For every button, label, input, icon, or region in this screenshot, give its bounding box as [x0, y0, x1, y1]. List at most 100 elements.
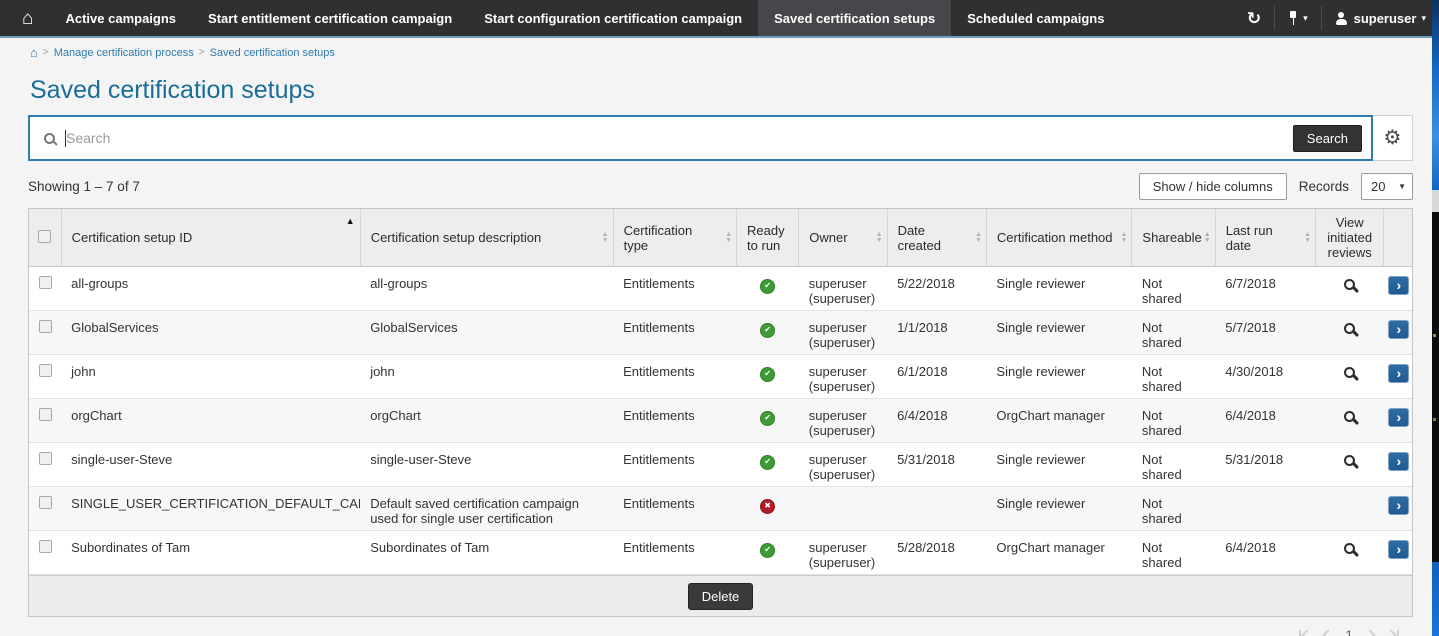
view-reviews-icon[interactable] [1344, 323, 1355, 334]
nav-home-button[interactable]: ⌂ [0, 0, 49, 36]
user-menu-button[interactable]: superuser ▾ [1322, 0, 1439, 36]
search-box: Search [28, 115, 1373, 161]
nav-item-label: Scheduled campaigns [967, 11, 1104, 26]
breadcrumb-home-icon[interactable]: ⌂ [30, 46, 38, 59]
navbar-right-cluster: ↻ ▾ superuser ▾ [1234, 0, 1439, 36]
sliver-gray-segment [1432, 190, 1439, 212]
nav-item-start-entitlement-campaign[interactable]: Start entitlement certification campaign [192, 0, 468, 36]
column-label: Date created [898, 223, 941, 253]
records-label: Records [1299, 179, 1349, 194]
open-setup-button[interactable]: › [1388, 364, 1409, 383]
ready-no-icon [760, 499, 775, 514]
column-header-type[interactable]: Certification type ▲▼ [613, 209, 736, 267]
cell-shareable: Not shared [1142, 276, 1182, 306]
column-header-shareable[interactable]: Shareable ▲▼ [1132, 209, 1215, 267]
records-per-page-select[interactable]: 20 ▼ [1361, 173, 1413, 200]
sliver-dark-segment [1432, 212, 1439, 562]
row-checkbox[interactable] [39, 540, 52, 553]
cell-type: Entitlements [623, 320, 695, 335]
column-header-setup-id[interactable]: Certification setup ID ▲ [61, 209, 360, 267]
column-header-date-created[interactable]: Date created ▲▼ [887, 209, 986, 267]
chevron-right-icon: › [1396, 410, 1401, 424]
breadcrumb-link-saved-setups[interactable]: Saved certification setups [210, 47, 335, 59]
cell-type: Entitlements [623, 408, 695, 423]
search-button[interactable]: Search [1293, 125, 1362, 152]
table-row: single-user-Steve single-user-Steve Enti… [29, 443, 1412, 487]
next-page-button[interactable] [1366, 631, 1374, 636]
table-row: orgChart orgChart Entitlements superuser… [29, 399, 1412, 443]
open-setup-button[interactable]: › [1388, 496, 1409, 515]
cell-date-created: 5/31/2018 [897, 452, 955, 467]
ready-yes-icon [760, 411, 775, 426]
open-setup-button[interactable]: › [1388, 540, 1409, 559]
nav-item-scheduled-campaigns[interactable]: Scheduled campaigns [951, 0, 1120, 36]
pin-menu-button[interactable]: ▾ [1275, 0, 1321, 36]
breadcrumb-link-manage-certification[interactable]: Manage certification process [54, 47, 194, 59]
sort-icon: ▲▼ [602, 232, 609, 244]
open-setup-button[interactable]: › [1388, 408, 1409, 427]
ready-yes-icon [760, 367, 775, 382]
column-header-owner[interactable]: Owner ▲▼ [799, 209, 887, 267]
pagination: 1 [0, 627, 1399, 636]
row-checkbox[interactable] [39, 320, 52, 333]
column-header-method[interactable]: Certification method ▲▼ [986, 209, 1132, 267]
view-reviews-icon[interactable] [1344, 543, 1355, 554]
cell-last-run: 6/4/2018 [1225, 408, 1276, 423]
current-page-number: 1 [1345, 627, 1353, 636]
cell-owner: superuser [809, 320, 877, 335]
row-checkbox[interactable] [39, 496, 52, 509]
first-page-button[interactable] [1299, 630, 1311, 636]
cell-shareable: Not shared [1142, 320, 1182, 350]
open-setup-button[interactable]: › [1388, 452, 1409, 471]
sort-icon: ▲▼ [1204, 232, 1211, 244]
sliver-speck [1433, 418, 1436, 421]
table-toolbar: Showing 1 – 7 of 7 Show / hide columns R… [28, 173, 1413, 200]
cell-method: Single reviewer [996, 452, 1085, 467]
row-checkbox[interactable] [39, 364, 52, 377]
cell-last-run: 6/7/2018 [1225, 276, 1276, 291]
view-reviews-icon[interactable] [1344, 367, 1355, 378]
nav-item-start-configuration-campaign[interactable]: Start configuration certification campai… [468, 0, 758, 36]
breadcrumb-separator: > [43, 47, 49, 58]
cell-date-created: 5/22/2018 [897, 276, 955, 291]
cell-setup-id: all-groups [71, 276, 128, 291]
delete-button[interactable]: Delete [688, 583, 754, 610]
select-all-checkbox[interactable] [38, 230, 51, 243]
nav-item-active-campaigns[interactable]: Active campaigns [49, 0, 192, 36]
view-reviews-icon[interactable] [1344, 411, 1355, 422]
cell-setup-id: single-user-Steve [71, 452, 172, 467]
open-setup-button[interactable]: › [1388, 276, 1409, 295]
records-selected-value: 20 [1371, 179, 1385, 194]
refresh-button[interactable]: ↻ [1234, 0, 1274, 36]
toolbar-right-cluster: Show / hide columns Records 20 ▼ [1139, 173, 1413, 200]
column-header-description[interactable]: Certification setup description ▲▼ [360, 209, 613, 267]
row-checkbox[interactable] [39, 276, 52, 289]
search-input[interactable] [66, 130, 1293, 146]
row-checkbox[interactable] [39, 452, 52, 465]
column-header-ready-to-run: Ready to run [737, 209, 799, 267]
cell-method: OrgChart manager [996, 408, 1104, 423]
column-header-last-run-date[interactable]: Last run date ▲▼ [1215, 209, 1315, 267]
cell-setup-id: orgChart [71, 408, 122, 423]
cell-owner: superuser [809, 540, 877, 555]
previous-page-button[interactable] [1324, 631, 1332, 636]
cell-description: GlobalServices [370, 320, 457, 335]
last-page-button[interactable] [1387, 630, 1399, 636]
sort-icon: ▲▼ [876, 232, 883, 244]
view-reviews-icon[interactable] [1344, 455, 1355, 466]
row-checkbox[interactable] [39, 408, 52, 421]
cell-description: john [370, 364, 395, 379]
open-setup-button[interactable]: › [1388, 320, 1409, 339]
view-reviews-icon[interactable] [1344, 279, 1355, 290]
chevron-right-icon: › [1396, 498, 1401, 512]
chevron-right-icon: › [1396, 542, 1401, 556]
cell-type: Entitlements [623, 496, 695, 511]
nav-item-saved-certification-setups[interactable]: Saved certification setups [758, 0, 951, 36]
chevron-right-icon [1364, 629, 1375, 636]
background-window-sliver [1432, 0, 1439, 636]
cell-last-run: 4/30/2018 [1225, 364, 1283, 379]
ready-yes-icon [760, 279, 775, 294]
chevron-down-icon: ▾ [1421, 13, 1426, 24]
search-settings-button[interactable]: ⚙ [1373, 115, 1413, 161]
show-hide-columns-button[interactable]: Show / hide columns [1139, 173, 1287, 200]
